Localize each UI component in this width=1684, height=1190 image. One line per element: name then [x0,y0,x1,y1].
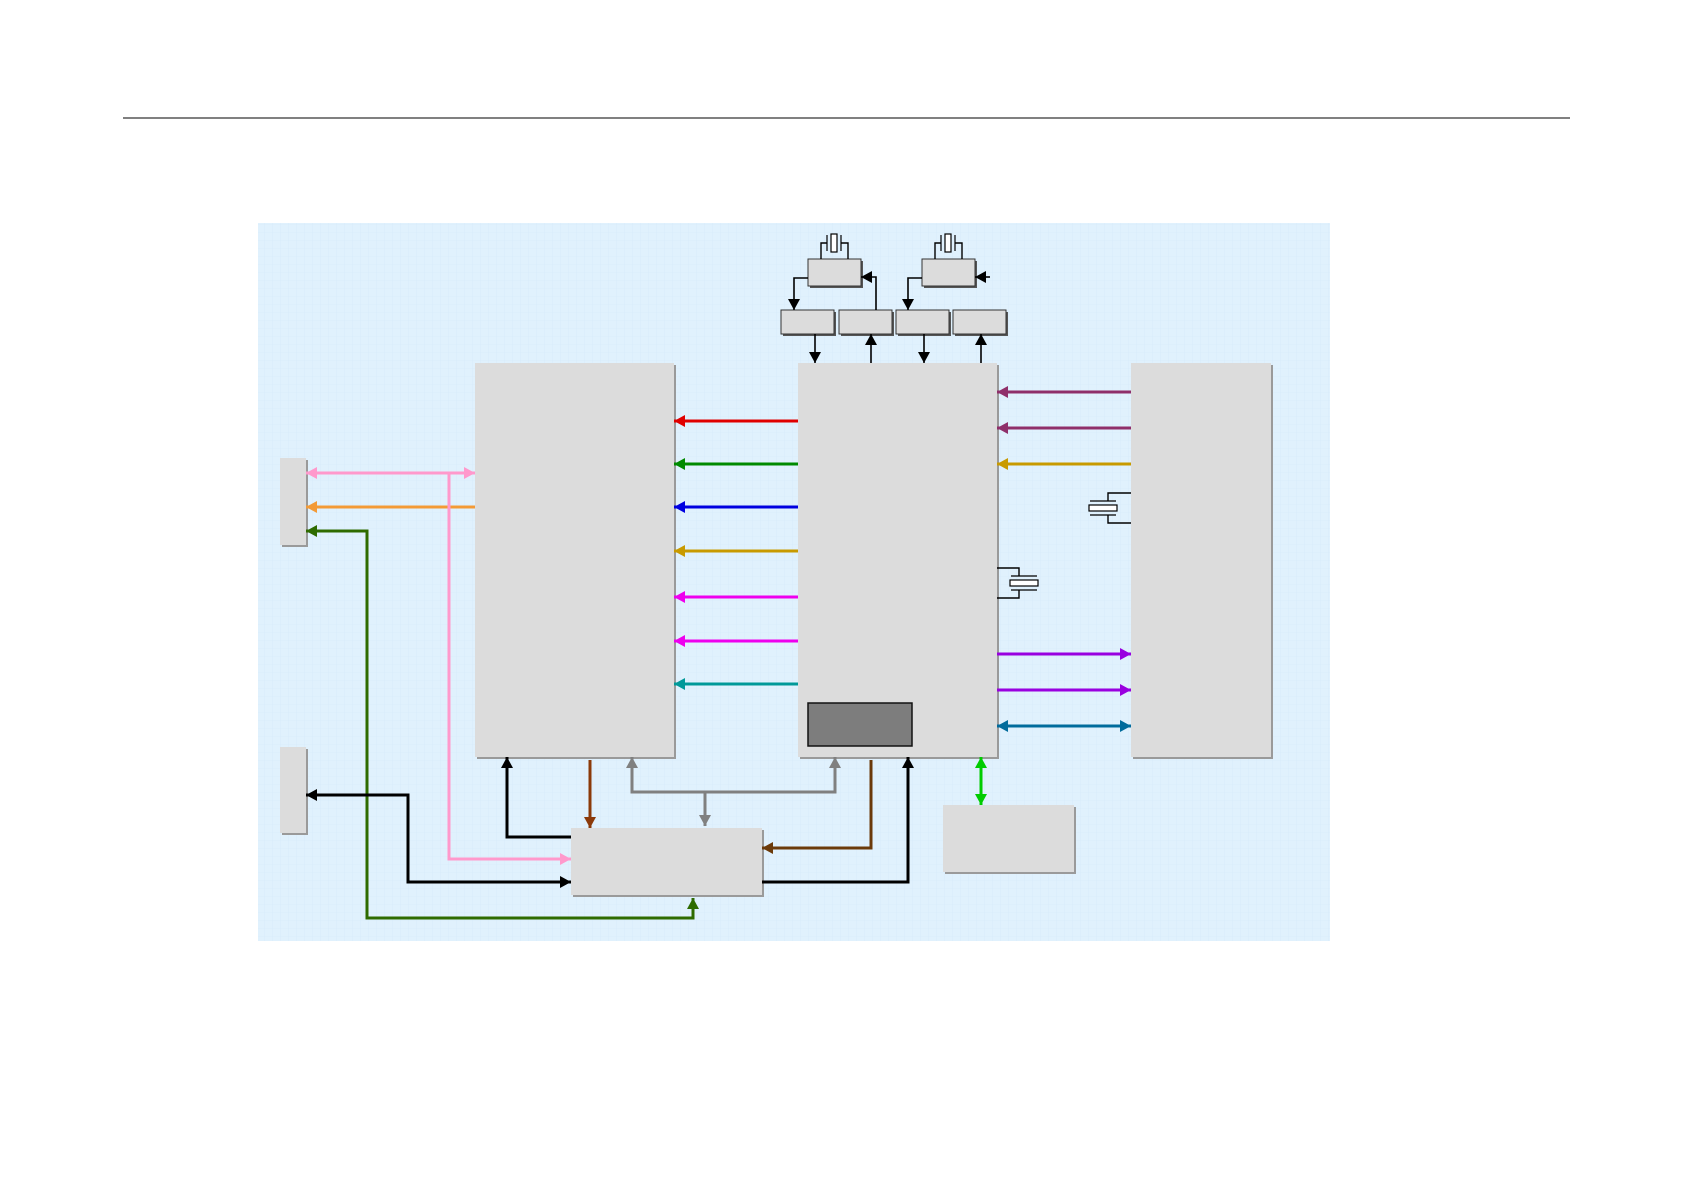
right-main-block [1131,363,1273,759]
top-small-block-4-body [953,310,1006,334]
bottom-center-block-body [571,828,762,895]
embedded-dark-block [807,702,913,747]
left-connector-block-top-body [280,458,306,545]
bottom-center-block [571,828,764,897]
top-block-1 [808,259,863,288]
top-small-block-1 [781,310,836,336]
top-small-block-2 [839,310,894,336]
right-main-block-body [1131,363,1271,757]
center-main-block-body [798,363,997,757]
bottom-right-block [943,805,1076,874]
top-small-block-3-body [896,310,949,334]
side-crystal-right-body [1088,504,1118,512]
top-crystal-1-body [830,233,838,253]
top-small-block-2-body [839,310,892,334]
left-main-block-body [475,363,674,757]
left-connector-block-bottom-body [280,747,306,833]
left-main-block [475,363,676,759]
center-main-block [798,363,999,759]
top-block-2 [922,259,977,288]
bottom-right-block-body [943,805,1074,872]
top-block-2-body [922,259,975,286]
block-diagram [123,117,1570,941]
page [0,0,1684,1190]
top-small-block-3 [896,310,951,336]
top-small-block-1-body [781,310,834,334]
left-connector-block-top [280,458,308,547]
top-block-1-body [808,259,861,286]
top-crystal-2-body [944,233,952,253]
top-small-block-4 [953,310,1008,336]
left-connector-block-bottom [280,747,308,835]
side-crystal-center-body [1009,579,1039,587]
